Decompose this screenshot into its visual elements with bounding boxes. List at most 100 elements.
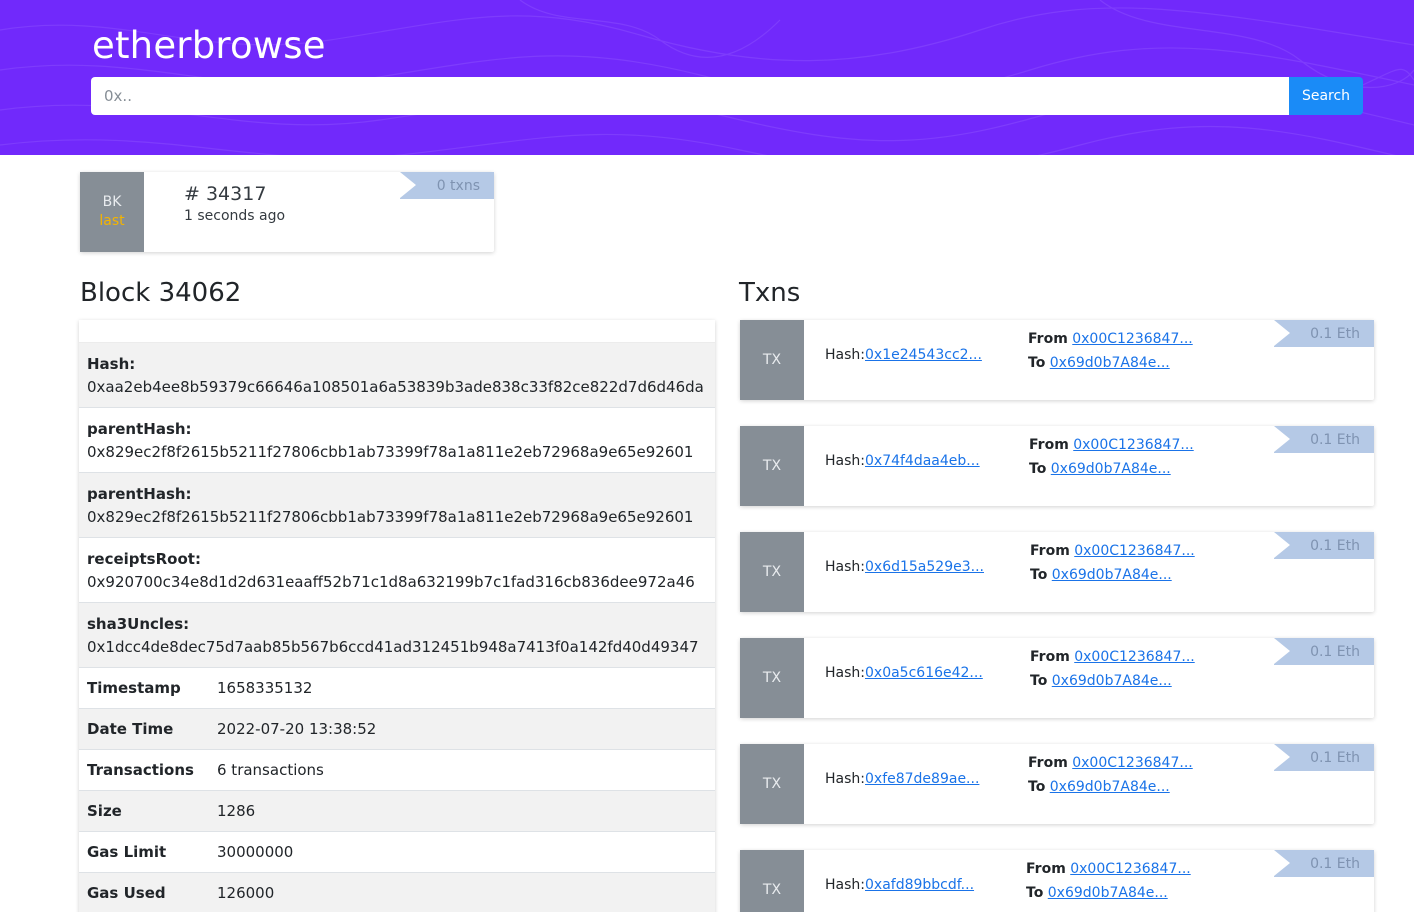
latest-block-card[interactable]: BK last # 34317 1 seconds ago 0 txns bbox=[80, 172, 494, 252]
detail-key: Size bbox=[87, 802, 122, 820]
detail-key: Timestamp bbox=[87, 679, 181, 697]
detail-value: 1286 bbox=[217, 802, 256, 820]
detail-row-receipts-root: receiptsRoot: 0x920700c34e8d1d2d631eaaff… bbox=[79, 538, 715, 603]
tx-to-link[interactable]: 0x69d0b7A84e... bbox=[1050, 779, 1170, 795]
tx-hash-label: Hash: bbox=[825, 771, 865, 787]
tx-hash-label: Hash: bbox=[825, 559, 865, 575]
tx-to: To 0x69d0b7A84e... bbox=[1028, 355, 1170, 371]
tx-hash-label: Hash: bbox=[825, 453, 865, 469]
tx-to: To 0x69d0b7A84e... bbox=[1026, 885, 1168, 901]
tx-hash: Hash:0x0a5c616e42... bbox=[825, 665, 983, 681]
detail-value: 0x1dcc4de8dec75d7aab85b567b6ccd41ad31245… bbox=[87, 638, 699, 656]
tx-hash-link[interactable]: 0x6d15a529e3... bbox=[865, 559, 984, 575]
tx-badge-label: TX bbox=[762, 457, 782, 474]
detail-row-size: Size 1286 bbox=[79, 791, 715, 832]
detail-row-hash: Hash: 0xaa2eb4ee8b59379c66646a108501a6a5… bbox=[79, 343, 715, 408]
tx-from-label: From bbox=[1028, 331, 1068, 347]
tx-from-link[interactable]: 0x00C1236847... bbox=[1072, 755, 1192, 771]
txn-count-ribbon: 0 txns bbox=[400, 172, 494, 199]
tx-badge: TX bbox=[740, 850, 804, 912]
tx-value-ribbon: 0.1 Eth bbox=[1274, 638, 1374, 665]
tx-hash-link[interactable]: 0x0a5c616e42... bbox=[865, 665, 983, 681]
tx-value: 0.1 Eth bbox=[1310, 325, 1360, 342]
search-input[interactable] bbox=[91, 77, 1289, 115]
detail-value: 0xaa2eb4ee8b59379c66646a108501a6a53839b3… bbox=[87, 378, 704, 396]
tx-to-link[interactable]: 0x69d0b7A84e... bbox=[1051, 461, 1171, 477]
tx-card[interactable]: TX Hash:0x1e24543cc2... From 0x00C123684… bbox=[740, 320, 1374, 400]
detail-row-timestamp: Timestamp 1658335132 bbox=[79, 668, 715, 709]
detail-row-gas-limit: Gas Limit 30000000 bbox=[79, 832, 715, 873]
tx-hash: Hash:0xafd89bbcdf... bbox=[825, 877, 974, 893]
tx-to-label: To bbox=[1028, 355, 1046, 371]
tx-card[interactable]: TX Hash:0x74f4daa4eb... From 0x00C123684… bbox=[740, 426, 1374, 506]
tx-hash-label: Hash: bbox=[825, 877, 865, 893]
detail-value: 1658335132 bbox=[217, 679, 313, 697]
tx-from-link[interactable]: 0x00C1236847... bbox=[1070, 861, 1190, 877]
tx-card[interactable]: TX Hash:0xfe87de89ae... From 0x00C123684… bbox=[740, 744, 1374, 824]
tx-to-label: To bbox=[1029, 461, 1047, 477]
tx-badge: TX bbox=[740, 320, 804, 400]
tx-hash-link[interactable]: 0xfe87de89ae... bbox=[865, 771, 979, 787]
tx-from: From 0x00C1236847... bbox=[1026, 861, 1191, 877]
tx-to-link[interactable]: 0x69d0b7A84e... bbox=[1048, 885, 1168, 901]
tx-from-label: From bbox=[1028, 755, 1068, 771]
detail-key: parentHash: bbox=[87, 485, 192, 503]
tx-to-link[interactable]: 0x69d0b7A84e... bbox=[1052, 567, 1172, 583]
tx-to: To 0x69d0b7A84e... bbox=[1029, 461, 1171, 477]
search-bar: Search bbox=[91, 77, 1363, 115]
txn-count: 0 txns bbox=[436, 177, 480, 194]
tx-card[interactable]: TX Hash:0x6d15a529e3... From 0x00C123684… bbox=[740, 532, 1374, 612]
tx-card[interactable]: TX Hash:0xafd89bbcdf... From 0x00C123684… bbox=[740, 850, 1374, 912]
detail-key: sha3Uncles: bbox=[87, 615, 190, 633]
tx-badge-label: TX bbox=[762, 775, 782, 792]
detail-value: 2022-07-20 13:38:52 bbox=[217, 720, 377, 738]
detail-key: Hash: bbox=[87, 355, 136, 373]
tx-value: 0.1 Eth bbox=[1310, 537, 1360, 554]
tx-hash-label: Hash: bbox=[825, 347, 865, 363]
tx-value: 0.1 Eth bbox=[1310, 643, 1360, 660]
brand-title[interactable]: etherbrowse bbox=[92, 24, 326, 67]
tx-from-label: From bbox=[1030, 649, 1070, 665]
search-button[interactable]: Search bbox=[1289, 77, 1363, 115]
tx-from-label: From bbox=[1026, 861, 1066, 877]
tx-badge-label: TX bbox=[762, 881, 782, 898]
tx-from-link[interactable]: 0x00C1236847... bbox=[1074, 649, 1194, 665]
tx-to-label: To bbox=[1030, 673, 1048, 689]
detail-key: receiptsRoot: bbox=[87, 550, 201, 568]
tx-value: 0.1 Eth bbox=[1310, 855, 1360, 872]
tx-hash-link[interactable]: 0x1e24543cc2... bbox=[865, 347, 982, 363]
txns-title: Txns bbox=[739, 278, 801, 308]
detail-row-parent-hash: parentHash: 0x829ec2f8f2615b5211f27806cb… bbox=[79, 473, 715, 538]
tx-value: 0.1 Eth bbox=[1310, 431, 1360, 448]
block-age: 1 seconds ago bbox=[184, 208, 286, 224]
detail-key: Date Time bbox=[87, 720, 174, 738]
block-details-table: Hash: 0xaa2eb4ee8b59379c66646a108501a6a5… bbox=[79, 320, 715, 912]
tx-value-ribbon: 0.1 Eth bbox=[1274, 426, 1374, 453]
tx-hash-link[interactable]: 0xafd89bbcdf... bbox=[865, 877, 974, 893]
tx-from: From 0x00C1236847... bbox=[1030, 649, 1195, 665]
detail-row-gas-used: Gas Used 126000 bbox=[79, 873, 715, 912]
detail-value: 0x829ec2f8f2615b5211f27806cbb1ab73399f78… bbox=[87, 508, 694, 526]
tx-value-ribbon: 0.1 Eth bbox=[1274, 850, 1374, 877]
tx-to-label: To bbox=[1028, 779, 1046, 795]
tx-to-label: To bbox=[1030, 567, 1048, 583]
tx-value-ribbon: 0.1 Eth bbox=[1274, 532, 1374, 559]
tx-from-link[interactable]: 0x00C1236847... bbox=[1072, 331, 1192, 347]
tx-hash-link[interactable]: 0x74f4daa4eb... bbox=[865, 453, 980, 469]
detail-key: Gas Used bbox=[87, 884, 166, 902]
tx-hash: Hash:0x74f4daa4eb... bbox=[825, 453, 980, 469]
tx-to: To 0x69d0b7A84e... bbox=[1030, 567, 1172, 583]
tx-to-link[interactable]: 0x69d0b7A84e... bbox=[1050, 355, 1170, 371]
tx-from-link[interactable]: 0x00C1236847... bbox=[1074, 543, 1194, 559]
tx-badge-label: TX bbox=[762, 351, 782, 368]
tx-to-link[interactable]: 0x69d0b7A84e... bbox=[1052, 673, 1172, 689]
tx-to: To 0x69d0b7A84e... bbox=[1028, 779, 1170, 795]
tx-from-link[interactable]: 0x00C1236847... bbox=[1073, 437, 1193, 453]
detail-row-transactions: Transactions 6 transactions bbox=[79, 750, 715, 791]
detail-value: 0x920700c34e8d1d2d631eaaff52b71c1d8a6321… bbox=[87, 573, 695, 591]
tx-card[interactable]: TX Hash:0x0a5c616e42... From 0x00C123684… bbox=[740, 638, 1374, 718]
tx-hash-label: Hash: bbox=[825, 665, 865, 681]
tx-value-ribbon: 0.1 Eth bbox=[1274, 320, 1374, 347]
tx-value: 0.1 Eth bbox=[1310, 749, 1360, 766]
tx-from-label: From bbox=[1030, 543, 1070, 559]
